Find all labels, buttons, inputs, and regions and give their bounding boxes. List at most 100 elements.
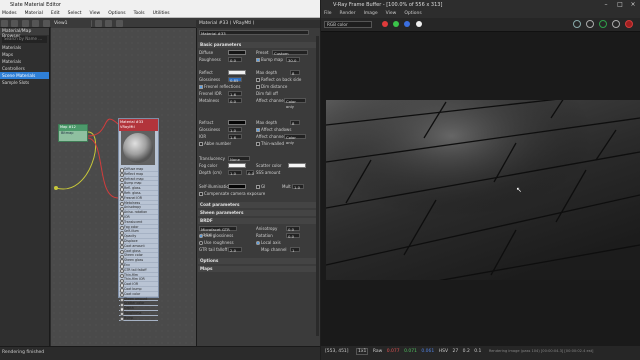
- alpha-channel-icon[interactable]: [416, 21, 422, 27]
- vfb-menu-image[interactable]: Image: [364, 11, 378, 17]
- red-channel-icon[interactable]: [382, 21, 388, 27]
- depth-field[interactable]: 1.0: [228, 170, 242, 176]
- mult-field[interactable]: 1.0: [292, 184, 304, 190]
- roughness-field[interactable]: 0.0: [228, 57, 242, 63]
- vfb-menu-view[interactable]: View: [386, 11, 397, 17]
- swatch-scatter[interactable]: [288, 163, 306, 168]
- vfb-menu-render[interactable]: Render: [340, 11, 356, 17]
- fresnel-ior-field[interactable]: 1.6: [228, 91, 242, 97]
- menu-select[interactable]: Select: [68, 11, 82, 17]
- vfb-menu-file[interactable]: File: [324, 11, 332, 17]
- max-depth-field[interactable]: 8: [290, 70, 300, 76]
- minimize-icon[interactable]: –: [600, 1, 612, 9]
- bump-amount-field[interactable]: 30.0: [286, 57, 300, 63]
- browser-item-vray-materials[interactable]: Materials: [0, 58, 49, 65]
- thin-walled-checkbox[interactable]: [256, 142, 260, 146]
- sss-amount-field[interactable]: 0.0: [246, 170, 254, 176]
- section-sheen-parameters[interactable]: Sheen parameters: [198, 210, 316, 216]
- blue-channel-icon[interactable]: [404, 21, 410, 27]
- local-axis-radio[interactable]: [256, 241, 260, 245]
- fresnel-checkbox[interactable]: [199, 85, 203, 89]
- browser-item-controllers[interactable]: Controllers: [0, 65, 49, 72]
- window-title: Slate Material Editor: [10, 2, 61, 8]
- node-slot[interactable]: Bump: [119, 316, 158, 322]
- swatch-fog[interactable]: [228, 163, 246, 168]
- refr-glossiness-field[interactable]: 1.0: [228, 127, 242, 133]
- swatch-diffuse[interactable]: [228, 50, 246, 55]
- browser-item-sample-slots[interactable]: Sample Slots: [0, 79, 49, 86]
- label-max-depth: Max depth: [256, 70, 278, 75]
- close-icon[interactable]: ×: [627, 1, 639, 9]
- region-render-icon[interactable]: [573, 20, 581, 28]
- render-image[interactable]: ↖: [326, 100, 640, 280]
- browser-item-scene-materials[interactable]: Scene Materials: [0, 72, 49, 79]
- affect-shadows-checkbox[interactable]: [256, 128, 260, 132]
- abbe-checkbox[interactable]: [199, 142, 203, 146]
- browser-item-maps[interactable]: Maps: [0, 51, 49, 58]
- vfb-menu-options[interactable]: Options: [404, 11, 421, 17]
- swatch-refract[interactable]: [228, 120, 246, 125]
- section-brdf[interactable]: BRDF: [198, 218, 316, 224]
- menu-view[interactable]: View: [90, 11, 101, 17]
- pick-material-icon[interactable]: [11, 19, 19, 27]
- track-mouse-icon[interactable]: [586, 20, 594, 28]
- refr-affect-channels-dropdown[interactable]: Color only: [284, 134, 306, 145]
- browser-item-materials[interactable]: Materials: [0, 44, 49, 51]
- section-basic-parameters[interactable]: Basic parameters: [198, 42, 316, 48]
- section-maps[interactable]: Maps: [198, 266, 316, 272]
- menu-modes[interactable]: Modes: [2, 11, 17, 17]
- mouse-cursor-icon: ↖: [516, 186, 522, 194]
- section-options[interactable]: Options: [198, 258, 316, 264]
- affect-channels-dropdown[interactable]: Color only: [284, 98, 306, 109]
- browser-search-input[interactable]: Search by Name ...: [2, 36, 47, 43]
- params-scrollbar[interactable]: [316, 36, 319, 336]
- use-roughness-radio[interactable]: [199, 241, 203, 245]
- use-glossiness-radio[interactable]: [199, 234, 203, 238]
- vraymtl-node-header: Material #33 VRayMtl: [119, 119, 158, 131]
- render-last-icon[interactable]: [599, 20, 607, 28]
- gi-checkbox[interactable]: [256, 185, 260, 189]
- menu-material[interactable]: Material: [25, 11, 43, 17]
- put-to-scene-icon[interactable]: [21, 19, 29, 27]
- vfb-title-bar: V-Ray Frame Buffer - [100.0% of 556 x 31…: [321, 0, 640, 10]
- assign-material-icon[interactable]: [32, 19, 40, 27]
- translucency-dropdown[interactable]: None: [228, 156, 250, 162]
- layout-children-icon[interactable]: [94, 19, 102, 27]
- map-channel-field[interactable]: 1: [290, 247, 300, 253]
- menu-edit[interactable]: Edit: [51, 11, 60, 17]
- dim-distance-checkbox[interactable]: [256, 85, 260, 89]
- clear-image-icon[interactable]: [612, 20, 620, 28]
- bitmap-node[interactable]: Map #12 Bitmap: [58, 124, 88, 142]
- parameter-editor-icon[interactable]: [115, 19, 123, 27]
- refr-max-depth-field[interactable]: 8: [290, 120, 300, 126]
- anisotropy-field[interactable]: 0.0: [286, 226, 300, 232]
- stop-render-icon[interactable]: [625, 20, 633, 28]
- label-comp-exposure: Compensate camera exposure: [204, 191, 266, 196]
- section-coat-parameters[interactable]: Coat parameters: [198, 202, 316, 208]
- ior-field[interactable]: 1.6: [228, 134, 242, 140]
- comp-exposure-checkbox[interactable]: [199, 192, 203, 196]
- sample-size[interactable]: 1x1: [356, 348, 369, 355]
- material-map-navigator-icon[interactable]: [105, 19, 113, 27]
- gtr-tail-field[interactable]: 2.0: [228, 247, 242, 253]
- green-channel-icon[interactable]: [393, 21, 399, 27]
- preset-dropdown[interactable]: Custom: [272, 50, 308, 56]
- tab-view1[interactable]: View1: [51, 20, 91, 28]
- channel-dropdown[interactable]: RGB color: [324, 21, 372, 28]
- menu-tools[interactable]: Tools: [134, 11, 145, 17]
- menu-utilities[interactable]: Utilities: [153, 11, 170, 17]
- select-tool-icon[interactable]: [1, 19, 8, 27]
- menu-options[interactable]: Options: [108, 11, 125, 17]
- maximize-icon[interactable]: □: [614, 1, 626, 9]
- delete-icon[interactable]: [42, 19, 50, 27]
- metalness-field[interactable]: 0.0: [228, 98, 242, 104]
- rotation-field[interactable]: 0.0: [286, 233, 300, 239]
- swatch-reflect[interactable]: [228, 70, 246, 75]
- material-name-field[interactable]: Material #33: [199, 30, 309, 36]
- bump-map-checkbox[interactable]: [256, 58, 260, 62]
- brdf-type-dropdown[interactable]: Microfacet GTR (GGX): [199, 226, 237, 237]
- label-translucency: Translucency: [199, 156, 225, 161]
- reflect-backside-checkbox[interactable]: [256, 78, 260, 82]
- swatch-self-illum[interactable]: [228, 184, 246, 189]
- glossiness-field[interactable]: 0.85: [228, 77, 242, 83]
